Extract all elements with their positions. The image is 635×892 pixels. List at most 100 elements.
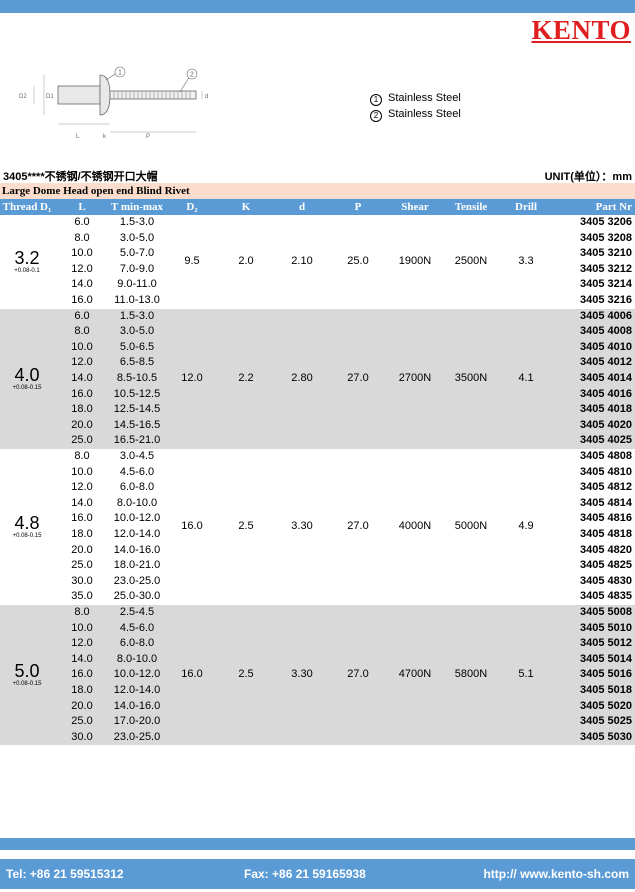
- footer-web-link[interactable]: http:// www.kento-sh.com: [483, 867, 629, 881]
- cell-part-number: 3405 4006: [580, 309, 632, 322]
- cell-part-number: 3405 4816: [580, 512, 632, 525]
- cell-part-number: 3405 3208: [580, 231, 632, 244]
- header-l: L: [78, 201, 86, 213]
- cell-l: 10.0: [71, 340, 93, 353]
- table-row: 30.0 23.0-25.0 3405 4830: [0, 574, 635, 590]
- cell-t: 5.0-6.5: [119, 340, 155, 353]
- table-row: 30.0 23.0-25.0 3405 5030: [0, 730, 635, 746]
- thread-size: 3.2: [14, 247, 40, 268]
- merged-d2: 9.5: [184, 254, 200, 267]
- merged-d2: 16.0: [181, 668, 203, 681]
- cell-t: 3.0-4.5: [119, 450, 155, 462]
- cell-part-number: 3405 5030: [580, 730, 632, 743]
- cell-t: 16.5-21.0: [113, 434, 161, 447]
- table-row: 25.0 17.0-20.0 3405 5025: [0, 714, 635, 730]
- header-p: P: [354, 201, 362, 213]
- cell-l: 16.0: [71, 512, 93, 525]
- merged-p: 27.0: [347, 520, 369, 532]
- cell-part-number: 3405 3210: [580, 247, 632, 260]
- cell-part-number: 3405 4810: [580, 465, 632, 478]
- cell-part-number: 3405 5018: [580, 684, 632, 696]
- cell-l: 10.0: [71, 247, 93, 260]
- table-row: 14.0 8.0-10.0 3405 5014: [0, 652, 635, 668]
- table-row: 16.0 11.0-13.0 3405 3216: [0, 293, 635, 309]
- cell-t: 17.0-20.0: [113, 715, 161, 728]
- cell-t: 5.0-7.0: [119, 247, 155, 260]
- legend-item: 1 Stainless Steel: [370, 90, 461, 106]
- cell-t: 1.5-3.0: [119, 216, 155, 228]
- size-group: 6.0 1.5-3.0 3405 4006 8.0 3.0-5.0 3405 4008 10…: [0, 308, 635, 449]
- svg-text:k: k: [103, 134, 107, 140]
- cell-t: 7.0-9.0: [119, 262, 155, 275]
- cell-part-number: 3405 4008: [580, 325, 632, 338]
- merged-d: 3.30: [291, 668, 313, 681]
- cell-t: 4.5-6.0: [119, 465, 155, 478]
- cell-part-number: 3405 4020: [580, 418, 632, 431]
- merged-p: 25.0: [347, 254, 369, 267]
- thread-tolerance: +0.08-0.15: [12, 533, 42, 539]
- table-row: 20.0 14.0-16.0 3405 4820: [0, 543, 635, 559]
- merged-shear: 4700N: [398, 668, 432, 681]
- cell-part-number: 3405 4808: [580, 450, 632, 462]
- cell-l: 14.0: [71, 371, 93, 384]
- merged-d: 2.80: [291, 371, 313, 384]
- size-group: 8.0 2.5-4.5 3405 5008 10.0 4.5-6.0 3405 5010 1…: [0, 605, 635, 746]
- merged-drill: 4.1: [518, 371, 534, 384]
- cell-t: 9.0-11.0: [117, 278, 157, 291]
- svg-text:P: P: [146, 134, 150, 140]
- header-shear: Shear: [401, 201, 429, 213]
- svg-text:2: 2: [190, 72, 194, 79]
- cell-part-number: 3405 5008: [580, 606, 632, 618]
- material-legend: 1 Stainless Steel 2 Stainless Steel: [370, 90, 461, 122]
- header-tensile: Tensile: [454, 201, 488, 213]
- cell-part-number: 3405 4018: [580, 403, 632, 416]
- cell-l: 10.0: [71, 621, 93, 634]
- cell-t: 4.5-6.0: [119, 621, 155, 634]
- cell-l: 6.0: [74, 216, 90, 228]
- footer-bar: Tel: +86 21 59515312 Fax: +86 21 5916593…: [0, 859, 635, 889]
- cell-l: 16.0: [71, 387, 93, 400]
- table-row: 18.0 12.5-14.5 3405 4018: [0, 402, 635, 418]
- cell-l: 20.0: [71, 418, 93, 431]
- cell-t: 12.0-14.0: [113, 528, 161, 540]
- thread-size: 4.0: [14, 364, 40, 385]
- cell-l: 12.0: [71, 262, 93, 275]
- cell-part-number: 3405 4820: [580, 543, 632, 556]
- table-row: 6.0 1.5-3.0 3405 4006: [0, 309, 635, 325]
- table-row: 8.0 3.0-4.5 3405 4808: [0, 449, 635, 465]
- table-row: 20.0 14.0-16.0 3405 5020: [0, 699, 635, 715]
- rivet-diagram: 1 2 D2 D1 L k P d: [19, 66, 208, 140]
- table-row: 14.0 8.0-10.0 3405 4814: [0, 496, 635, 512]
- cell-t: 23.0-25.0: [113, 730, 161, 743]
- cell-l: 8.0: [74, 325, 90, 338]
- svg-text:1: 1: [118, 70, 122, 77]
- cell-part-number: 3405 4835: [580, 590, 632, 603]
- header-d2: D₂: [186, 201, 198, 213]
- cell-l: 25.0: [71, 715, 93, 728]
- cell-part-number: 3405 4812: [580, 481, 632, 494]
- cell-t: 18.0-21.0: [113, 559, 161, 572]
- cell-part-number: 3405 4025: [580, 434, 632, 447]
- table-row: 6.0 1.5-3.0 3405 3206: [0, 215, 635, 231]
- thread-tolerance: +0.08-0.15: [12, 681, 42, 688]
- unit-label: UNIT(单位）：mm: [544, 171, 632, 183]
- table-row: 16.0 10.5-12.5 3405 4016: [0, 387, 635, 403]
- cell-t: 14.0-16.0: [113, 543, 161, 556]
- legend-item: 2 Stainless Steel: [370, 106, 461, 122]
- cell-l: 20.0: [71, 543, 93, 556]
- cell-part-number: 3405 3216: [580, 294, 632, 306]
- size-group: 6.0 1.5-3.0 3405 3206 8.0 3.0-5.0 3405 3208 10…: [0, 215, 635, 309]
- cell-part-number: 3405 4010: [580, 340, 632, 353]
- cell-part-number: 3405 5010: [580, 621, 632, 634]
- cell-l: 12.0: [71, 637, 93, 650]
- table-row: 10.0 5.0-6.5 3405 4010: [0, 340, 635, 356]
- table-row: 12.0 6.5-8.5 3405 4012: [0, 355, 635, 371]
- cell-l: 8.0: [74, 606, 90, 618]
- footer-fax: Fax: +86 21 59165938: [244, 867, 366, 881]
- header-part: Part Nr: [595, 201, 632, 213]
- table-row: 10.0 4.5-6.0 3405 5010: [0, 621, 635, 637]
- cell-part-number: 3405 4825: [580, 559, 632, 572]
- header-d: d: [298, 201, 306, 213]
- top-bar: [0, 0, 635, 13]
- circled-number: 1: [370, 94, 382, 106]
